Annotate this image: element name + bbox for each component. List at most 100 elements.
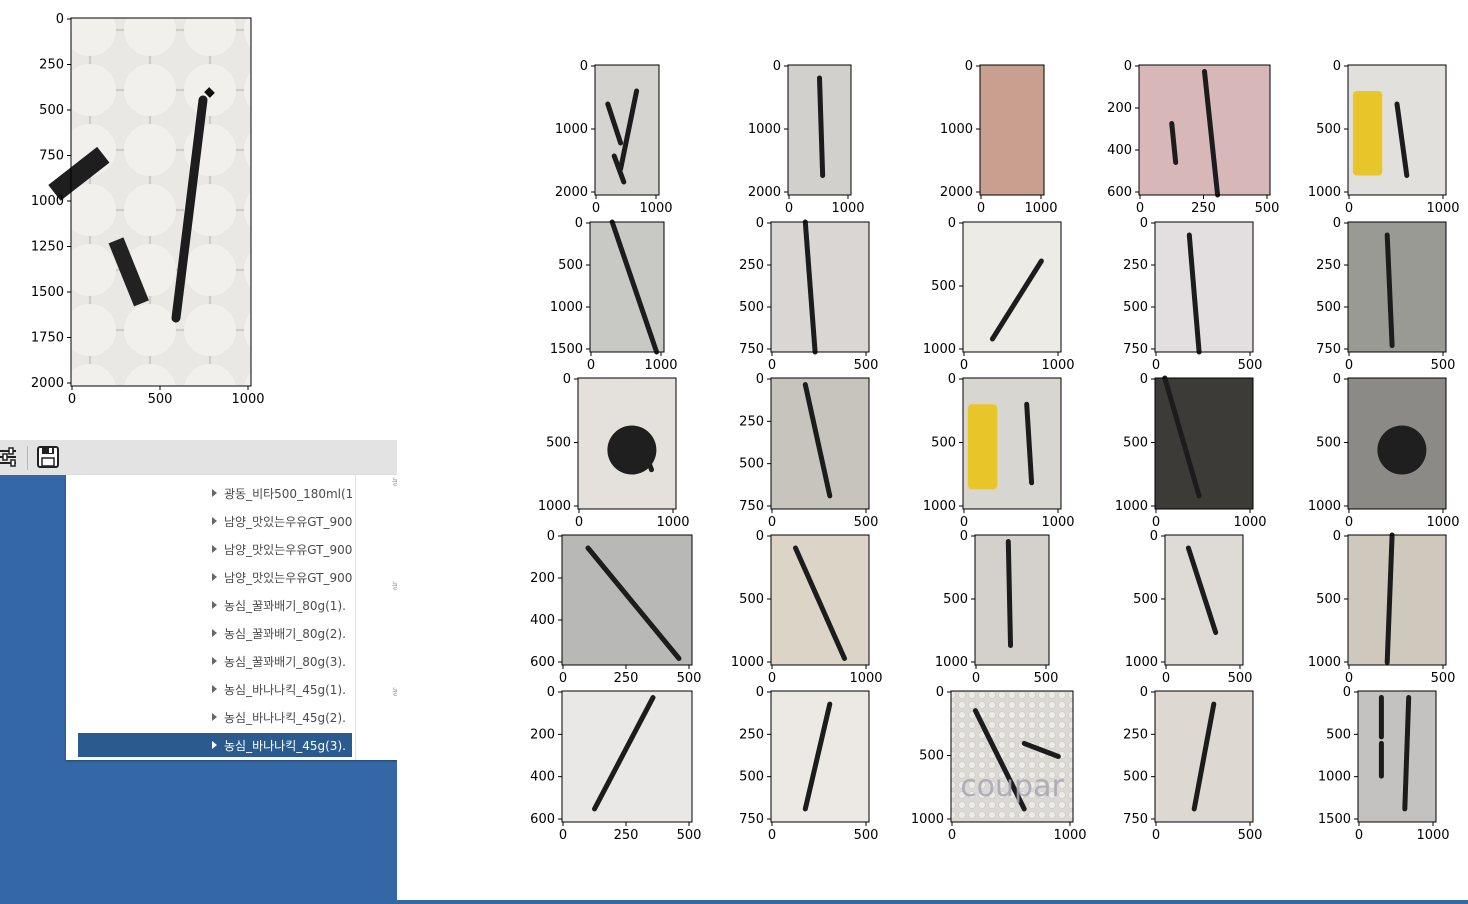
thumbnail-plot: 0 250 500 750 0 500 xyxy=(1123,216,1262,373)
y-tick-label: 500 xyxy=(931,436,956,451)
expand-arrow-icon[interactable] xyxy=(212,629,217,637)
save-icon xyxy=(37,446,59,468)
x-tick-label: 500 xyxy=(677,671,702,686)
y-tick-label: 750 xyxy=(39,149,64,164)
y-tick-label: 1000 xyxy=(1308,655,1341,670)
x-tick-label: 0 xyxy=(768,515,776,530)
y-tick-label: 0 xyxy=(756,685,764,700)
x-tick-label: 500 xyxy=(1238,358,1263,373)
tree-item-label: 농심_꿀꽈배기_80g(2). xyxy=(224,627,346,641)
x-tick-label: 0 xyxy=(977,201,985,216)
y-tick-label: 1000 xyxy=(550,300,583,315)
thumbnail-image xyxy=(1348,222,1446,352)
thumbnail-plot: 0 250 500 750 0 500 xyxy=(739,685,878,843)
y-tick-label: 1500 xyxy=(31,285,64,300)
thumbnail-image xyxy=(1358,691,1436,822)
tree-item[interactable]: 남양_맛있는우유GT_900 xyxy=(78,565,352,589)
x-tick-label: 0 xyxy=(1345,358,1353,373)
tree-item[interactable]: 농심_꿀꽈배기_80g(3). xyxy=(78,649,352,673)
x-tick-label: 0 xyxy=(768,358,776,373)
y-tick-label: 0 xyxy=(1150,529,1158,544)
tree-item-label: 농심_바나나킥_45g(3). xyxy=(224,739,346,753)
y-tick-label: 1000 xyxy=(1308,185,1341,200)
expand-arrow-icon[interactable] xyxy=(212,713,217,721)
y-tick-label: 400 xyxy=(1107,143,1132,158)
x-tick-label: 0 xyxy=(1345,671,1353,686)
main-image xyxy=(71,18,251,386)
expand-arrow-icon[interactable] xyxy=(212,685,217,693)
y-tick-label: 250 xyxy=(39,58,64,73)
x-tick-label: 500 xyxy=(1228,671,1253,686)
figure-toolbar xyxy=(0,440,397,475)
x-tick-label: 500 xyxy=(854,828,879,843)
expand-arrow-icon[interactable] xyxy=(212,545,217,553)
expand-arrow-icon[interactable] xyxy=(212,601,217,609)
tree-item[interactable]: 농심_꿀꽈배기_80g(2). xyxy=(78,621,352,645)
thumbnail-image xyxy=(1348,535,1446,665)
save-button[interactable] xyxy=(35,444,61,470)
product-illustration xyxy=(1005,539,1014,648)
x-tick-label: 0 xyxy=(1355,828,1363,843)
y-tick-label: 1000 xyxy=(1308,499,1341,514)
column-divider xyxy=(355,475,356,760)
x-tick-label: 500 xyxy=(148,392,173,407)
y-tick-label: 1000 xyxy=(748,122,781,137)
x-tick-label: 500 xyxy=(677,828,702,843)
thumbnail-plot: 0 1000 2000 0 1000 xyxy=(940,59,1058,216)
product-illustration xyxy=(817,75,826,178)
x-tick-label: 0 xyxy=(768,671,776,686)
y-tick-label: 1000 xyxy=(1318,770,1351,785)
y-tick-label: 750 xyxy=(739,812,764,827)
tree-item[interactable]: 농심_바나나킥_45g(1). xyxy=(78,677,352,701)
jar-illustration xyxy=(1377,425,1427,475)
x-tick-label: 0 xyxy=(948,828,956,843)
main-image-plot: 0 250 500 750 1000 1250 1500 1750 2000 0 500 1000 xyxy=(31,12,265,407)
x-tick-label: 500 xyxy=(854,515,879,530)
y-tick-label: 500 xyxy=(943,592,968,607)
y-tick-label: 1250 xyxy=(31,240,64,255)
expand-arrow-icon[interactable] xyxy=(212,741,217,749)
tree-item[interactable]: 농심_꿀꽈배기_80g(1). xyxy=(78,593,352,617)
thumbnail-image xyxy=(562,691,692,822)
tree-item-label: 광동_비타500_180ml(1 xyxy=(224,487,352,501)
y-tick-label: 0 xyxy=(1124,59,1132,74)
x-tick-label: 1000 xyxy=(231,392,264,407)
thumbnail-image xyxy=(980,65,1044,195)
thumbnail-plot: 0 250 500 750 0 500 xyxy=(1316,216,1455,373)
thumbnail-plot: 0 500 1000 1500 0 1000 xyxy=(550,216,678,373)
y-tick-label: 500 xyxy=(1326,727,1351,742)
x-tick-label: 0 xyxy=(960,358,968,373)
tree-item-selected[interactable]: 농심_바나나킥_45g(3). xyxy=(78,733,352,757)
x-tick-label: 0 xyxy=(1345,201,1353,216)
expand-arrow-icon[interactable] xyxy=(212,573,217,581)
thumbnail-plot: 0 250 500 750 0 500 xyxy=(1123,685,1262,843)
thumbnail-plot: 0 500 1000 0 1000 xyxy=(731,529,883,686)
tree-item[interactable]: 남양_맛있는우유GT_900 xyxy=(78,509,352,533)
tree-item[interactable]: 남양_맛있는우유GT_900 xyxy=(78,537,352,561)
x-tick-label: 0 xyxy=(575,515,583,530)
expand-arrow-icon[interactable] xyxy=(212,517,217,525)
tree-item-label: 농심_꿀꽈배기_80g(3). xyxy=(224,655,346,669)
y-tick-label: 500 xyxy=(1316,436,1341,451)
configure-subplots-button[interactable] xyxy=(0,444,22,470)
y-tick-label: 600 xyxy=(530,655,555,670)
tree-item[interactable]: 농심_바나나킥_45g(2). xyxy=(78,705,352,729)
y-tick-label: 500 xyxy=(739,770,764,785)
y-tick-label: 750 xyxy=(739,342,764,357)
mascara-illustration xyxy=(967,404,998,490)
expand-arrow-icon[interactable] xyxy=(212,657,217,665)
jar-illustration xyxy=(607,425,657,475)
x-tick-label: 0 xyxy=(1152,828,1160,843)
x-tick-label: 0 xyxy=(559,671,567,686)
y-tick-label: 2000 xyxy=(748,185,781,200)
y-tick-label: 0 xyxy=(960,529,968,544)
x-tick-label: 0 xyxy=(1152,515,1160,530)
y-tick-label: 250 xyxy=(739,727,764,742)
y-tick-label: 500 xyxy=(558,258,583,273)
tree-item[interactable]: 광동_비타500_180ml(1 xyxy=(78,481,352,505)
thumbnail-plot: 0 200 400 600 0 250 500 xyxy=(1107,59,1279,216)
x-tick-label: 1000 xyxy=(639,201,672,216)
expand-arrow-icon[interactable] xyxy=(212,489,217,497)
y-tick-label: 500 xyxy=(1123,436,1148,451)
sliders-icon xyxy=(0,447,16,467)
